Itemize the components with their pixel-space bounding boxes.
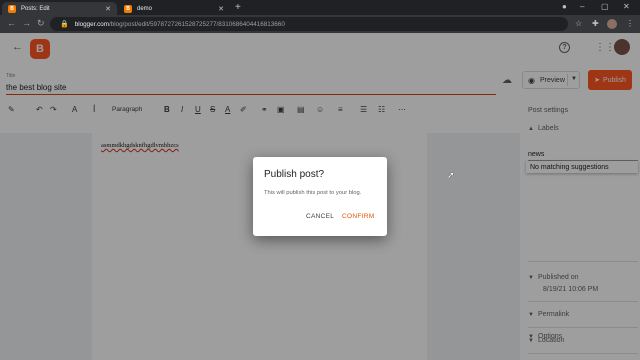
dialog-title: Publish post? [264,169,325,180]
new-tab-button[interactable]: + [235,2,241,13]
cancel-button[interactable]: CANCEL [306,213,334,220]
blogger-favicon-icon: B [8,4,16,13]
lock-icon: 🔒 [60,21,69,28]
forward-icon[interactable]: → [22,18,31,28]
address-bar[interactable]: 🔒 blogger.com/blog/post/edit/59787272615… [50,17,568,31]
minimize-icon[interactable]: – [580,2,584,11]
publish-dialog: Publish post? This will publish this pos… [253,157,387,236]
profile-icon[interactable] [607,19,617,29]
tab-title: Posts: Edit [21,5,50,12]
bookmark-star-icon[interactable]: ☆ [575,19,582,28]
blogger-favicon-icon: B [124,4,132,13]
url-host: blogger.com [74,20,110,28]
tab-demo[interactable]: B demo ✕ [118,2,230,15]
tab-close-icon[interactable]: ✕ [105,5,111,13]
browser-toolbar: ← → ↻ 🔒 blogger.com/blog/post/edit/59787… [0,15,640,33]
reload-icon[interactable]: ↻ [37,18,45,29]
close-window-icon[interactable]: ✕ [623,2,630,11]
back-icon[interactable]: ← [7,18,16,28]
confirm-button[interactable]: CONFIRM [342,213,374,220]
extensions-icon[interactable]: ✚ [592,19,599,28]
chrome-menu-icon[interactable]: ⋮ [626,19,634,28]
tab-posts-edit[interactable]: B Posts: Edit ✕ [2,2,117,15]
tab-close-icon[interactable]: ✕ [218,5,224,13]
maximize-icon[interactable]: ▢ [601,2,609,11]
tab-search-icon[interactable]: ● [562,2,567,11]
dialog-message: This will publish this post to your blog… [264,190,362,196]
url-path: /blog/post/edit/5978727261528725277/8310… [109,20,285,28]
browser-tab-strip: B Posts: Edit ✕ B demo ✕ + ● – ▢ ✕ [0,0,640,15]
tab-title: demo [137,5,153,12]
mouse-cursor-icon: ➚ [447,170,455,180]
